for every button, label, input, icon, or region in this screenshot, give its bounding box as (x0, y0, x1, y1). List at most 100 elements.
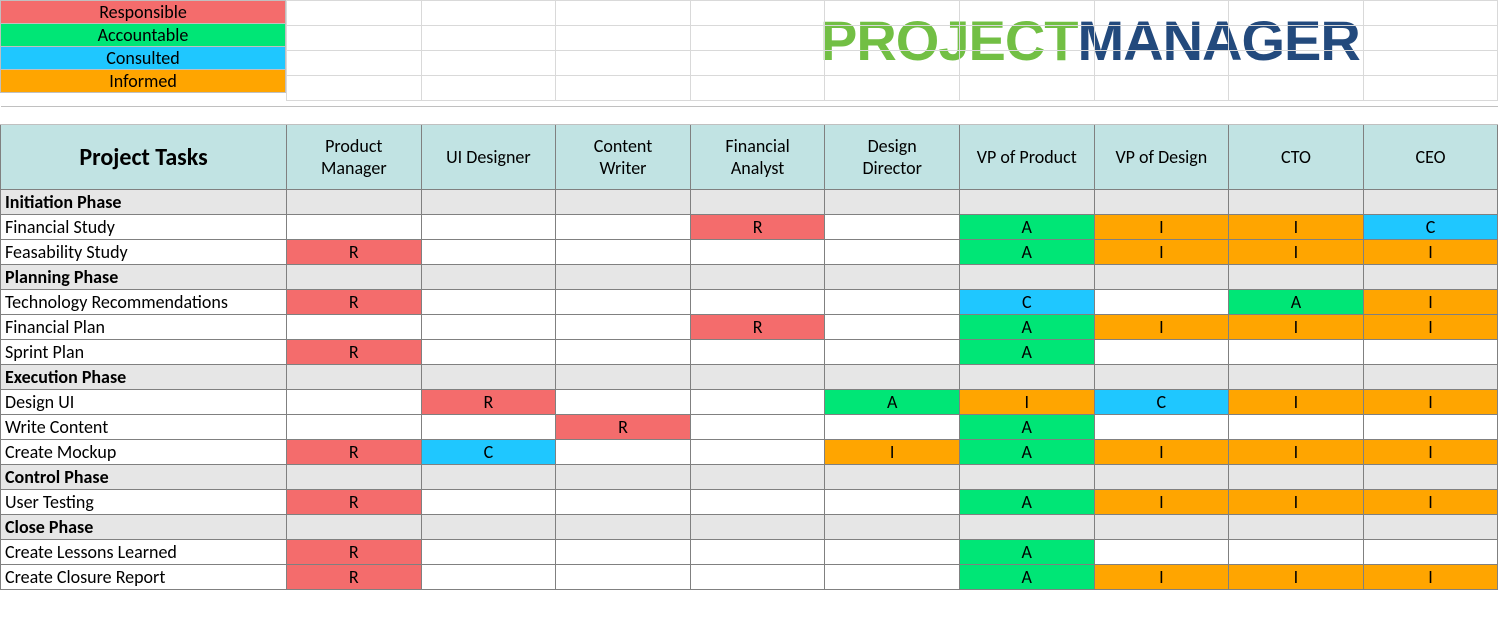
phase-row: Planning Phase (1, 265, 1498, 290)
raci-cell (287, 415, 422, 440)
raci-cell (690, 440, 825, 465)
raci-cell: I (959, 390, 1094, 415)
raci-cell: R (690, 315, 825, 340)
task-name: Create Closure Report (1, 565, 287, 590)
raci-cell: I (1363, 240, 1498, 265)
role-header: VP of Design (1094, 125, 1229, 190)
raci-cell: R (287, 340, 422, 365)
raci-cell: I (1094, 215, 1229, 240)
phase-name: Initiation Phase (1, 190, 287, 215)
raci-cell (1094, 540, 1229, 565)
raci-cell: I (1094, 440, 1229, 465)
raci-cell (556, 565, 691, 590)
raci-cell (287, 215, 422, 240)
raci-cell: I (1229, 565, 1364, 590)
role-header: ProductManager (287, 125, 422, 190)
task-row: Technology RecommendationsRCAI (1, 290, 1498, 315)
raci-cell (421, 315, 556, 340)
raci-cell: I (1229, 315, 1364, 340)
raci-cell: R (690, 215, 825, 240)
raci-cell: I (1229, 390, 1364, 415)
raci-cell (287, 390, 422, 415)
raci-cell: I (1094, 565, 1229, 590)
phase-name: Execution Phase (1, 365, 287, 390)
raci-cell (556, 440, 691, 465)
role-header: VP of Product (959, 125, 1094, 190)
raci-cell: I (1363, 490, 1498, 515)
raci-cell: I (1229, 490, 1364, 515)
raci-cell: R (287, 565, 422, 590)
role-header: ContentWriter (556, 125, 691, 190)
phase-name: Control Phase (1, 465, 287, 490)
raci-cell: A (959, 440, 1094, 465)
raci-cell (421, 340, 556, 365)
raci-cell (421, 215, 556, 240)
raci-cell: I (1363, 390, 1498, 415)
phase-row: Initiation Phase (1, 190, 1498, 215)
raci-cell: I (1363, 290, 1498, 315)
task-name: Design UI (1, 390, 287, 415)
raci-cell (690, 490, 825, 515)
raci-cell: A (959, 240, 1094, 265)
raci-cell (825, 490, 960, 515)
raci-cell (556, 540, 691, 565)
phase-name: Planning Phase (1, 265, 287, 290)
raci-cell (421, 240, 556, 265)
raci-cell (1094, 290, 1229, 315)
task-row: Write ContentRA (1, 415, 1498, 440)
raci-cell: R (287, 540, 422, 565)
raci-cell (556, 490, 691, 515)
raci-cell: I (825, 440, 960, 465)
task-name: Technology Recommendations (1, 290, 287, 315)
raci-cell: I (1229, 440, 1364, 465)
raci-cell: A (959, 565, 1094, 590)
raci-cell: A (959, 490, 1094, 515)
raci-cell (825, 315, 960, 340)
tasks-header: Project Tasks (1, 125, 287, 190)
raci-cell (556, 315, 691, 340)
raci-cell: A (1229, 290, 1364, 315)
phase-row: Close Phase (1, 515, 1498, 540)
legend-table: Responsible Accountable Consulted Inform… (0, 0, 286, 93)
task-name: Financial Study (1, 215, 287, 240)
task-name: Create Lessons Learned (1, 540, 287, 565)
raci-cell: R (287, 490, 422, 515)
raci-cell (421, 290, 556, 315)
raci-cell: I (1094, 315, 1229, 340)
raci-cell (825, 340, 960, 365)
raci-cell (1229, 340, 1364, 365)
raci-cell: R (556, 415, 691, 440)
task-name: Financial Plan (1, 315, 287, 340)
raci-cell (1363, 340, 1498, 365)
legend-responsible: Responsible (1, 1, 286, 24)
task-row: Feasability StudyRAIII (1, 240, 1498, 265)
raci-cell (1094, 340, 1229, 365)
raci-cell: R (287, 240, 422, 265)
raci-cell (690, 415, 825, 440)
role-header: UI Designer (421, 125, 556, 190)
raci-cell (690, 565, 825, 590)
raci-cell (825, 415, 960, 440)
task-name: Sprint Plan (1, 340, 287, 365)
raci-cell (690, 390, 825, 415)
raci-table: Project Tasks ProductManager UI Designer… (0, 106, 1498, 590)
raci-cell: A (959, 215, 1094, 240)
task-row: Create MockupRCIAIII (1, 440, 1498, 465)
raci-cell (556, 215, 691, 240)
raci-cell (287, 315, 422, 340)
legend-informed: Informed (1, 70, 286, 93)
task-row: Create Closure ReportRAIII (1, 565, 1498, 590)
raci-cell (1094, 415, 1229, 440)
raci-cell (421, 565, 556, 590)
raci-cell (690, 540, 825, 565)
raci-cell (1229, 540, 1364, 565)
raci-cell: A (825, 390, 960, 415)
raci-cell (825, 565, 960, 590)
raci-cell: C (421, 440, 556, 465)
header-row: Project Tasks ProductManager UI Designer… (1, 125, 1498, 190)
legend-consulted: Consulted (1, 47, 286, 70)
task-name: User Testing (1, 490, 287, 515)
raci-cell (421, 540, 556, 565)
raci-cell: R (287, 290, 422, 315)
raci-cell: C (1363, 215, 1498, 240)
